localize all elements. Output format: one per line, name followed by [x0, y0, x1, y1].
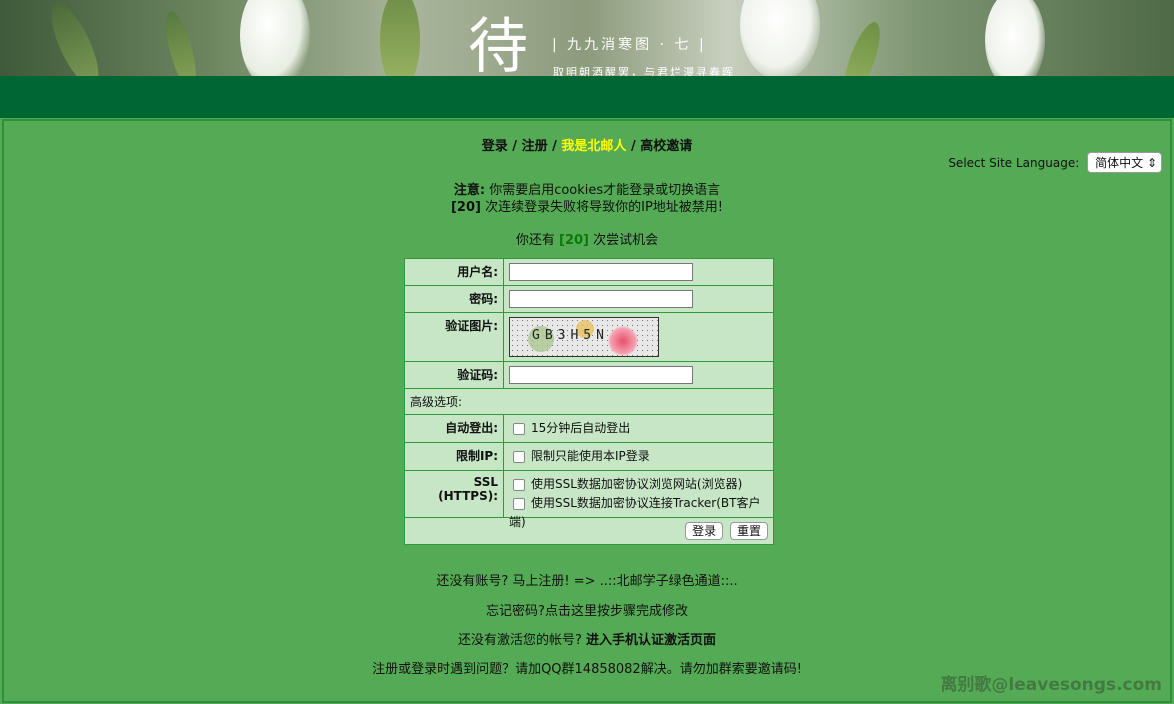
nav-separator: / [626, 139, 641, 154]
captcha-image-label: 验证图片: [404, 312, 504, 362]
top-nav-bar [0, 76, 1174, 118]
banner-stem [380, 0, 420, 76]
restrict-ip-option: 限制只能使用本IP登录 [531, 449, 650, 463]
site-logo[interactable]: 待 [468, 12, 528, 76]
ssl-label: SSL (HTTPS): [404, 470, 504, 518]
form-row: 密码: [404, 285, 774, 313]
captcha-input[interactable] [509, 366, 693, 384]
notice-cookies-text: 你需要启用cookies才能登录或切换语言 [489, 183, 721, 198]
nav-separator: / [547, 139, 562, 154]
language-selector: Select Site Language: 简体中文 ⇕ [948, 152, 1162, 173]
language-selected: 简体中文 [1095, 156, 1144, 170]
captcha-label: 验证码: [404, 361, 504, 389]
password-label: 密码: [404, 285, 504, 313]
form-row: SSL (HTTPS): 使用SSL数据加密协议浏览网站(浏览器) 使用SSL数… [404, 470, 774, 529]
forgot-password-link[interactable]: 忘记密码?点击这里按步骤完成修改 [4, 600, 1170, 619]
username-label: 用户名: [404, 258, 504, 286]
autologout-checkbox[interactable] [513, 422, 525, 435]
captcha-image[interactable]: GB3H5N [509, 317, 659, 357]
nav-login-link[interactable]: 登录 [482, 139, 508, 154]
activation-link[interactable]: 进入手机认证激活页面 [586, 633, 716, 648]
notice-ban-text: 次连续登录失败将导致你的IP地址被禁用! [485, 200, 723, 215]
notice-block: 注意: 你需要启用cookies才能登录或切换语言 [20] 次连续登录失败将导… [4, 182, 1170, 216]
password-input[interactable] [509, 290, 693, 308]
activation-line: 还没有激活您的帐号? 进入手机认证激活页面 [4, 629, 1170, 648]
restrict-ip-checkbox[interactable] [513, 450, 525, 463]
banner-leaf [160, 8, 202, 76]
banner-subtitle: 取明朝酒醒罢，与君烂漫寻春晖 [553, 66, 735, 76]
notice-fail-count: [20] [450, 200, 481, 215]
username-input[interactable] [509, 263, 693, 281]
banner-flower [985, 0, 1045, 76]
watermark: 离别歌@leavesongs.com [940, 675, 1162, 695]
ssl-browse-checkbox[interactable] [513, 478, 525, 491]
captcha-text: GB3H5N [532, 328, 609, 343]
nav-register-link[interactable]: 注册 [522, 139, 548, 154]
form-row: 高级选项: [404, 388, 774, 415]
notice-prefix: 注意: [453, 183, 486, 198]
autologout-option: 15分钟后自动登出 [531, 421, 631, 435]
activation-prefix: 还没有激活您的帐号? [457, 633, 582, 648]
header-banner: 待 | 九九消寒图 · 七 | 取明朝酒醒罢，与君烂漫寻春晖 [0, 0, 1174, 76]
ssl-tracker-checkbox[interactable] [513, 497, 525, 510]
form-row: 自动登出: 15分钟后自动登出 [404, 414, 774, 443]
nav-separator: / [507, 139, 522, 154]
form-row: 登录 重置 [404, 517, 774, 545]
advanced-options-label: 高级选项: [404, 388, 774, 415]
restrict-ip-label: 限制IP: [404, 442, 504, 471]
nav-bupt-link[interactable]: 我是北邮人 [561, 139, 626, 154]
register-link[interactable]: 还没有账号? 马上注册! => ..::北邮学子绿色通道::.. [4, 570, 1170, 589]
attempts-suffix: 次尝试机会 [593, 233, 659, 248]
form-row: 验证码: [404, 361, 774, 389]
form-row: 用户名: [404, 258, 774, 286]
banner-flower [240, 0, 310, 76]
banner-leaf [837, 18, 887, 76]
reset-button[interactable]: 重置 [729, 522, 768, 540]
form-row: 限制IP: 限制只能使用本IP登录 [404, 442, 774, 471]
autologout-label: 自动登出: [404, 414, 504, 443]
attempts-prefix: 你还有 [515, 233, 555, 248]
login-form: 用户名: 密码: 验证图片: GB3H5N 验证码: 高级选项: 自动登出: 1… [404, 258, 774, 545]
banner-flower [740, 0, 820, 76]
banner-title: | 九九消寒图 · 七 | [552, 37, 707, 53]
main-panel: 登录 / 注册 / 我是北邮人 / 高校邀请 Select Site Langu… [2, 119, 1172, 703]
language-select[interactable]: 简体中文 ⇕ [1087, 152, 1162, 173]
select-arrows-icon: ⇕ [1146, 156, 1157, 170]
attempts-count: [20] [559, 233, 589, 248]
attempts-remaining: 你还有 [20] 次尝试机会 [4, 229, 1170, 248]
nav-invite-link[interactable]: 高校邀请 [640, 139, 692, 154]
language-label: Select Site Language: [948, 156, 1080, 170]
form-row: 验证图片: GB3H5N [404, 312, 774, 362]
banner-leaf [42, 0, 108, 76]
login-button[interactable]: 登录 [685, 522, 724, 540]
ssl-browse-option: 使用SSL数据加密协议浏览网站(浏览器) [531, 477, 743, 491]
